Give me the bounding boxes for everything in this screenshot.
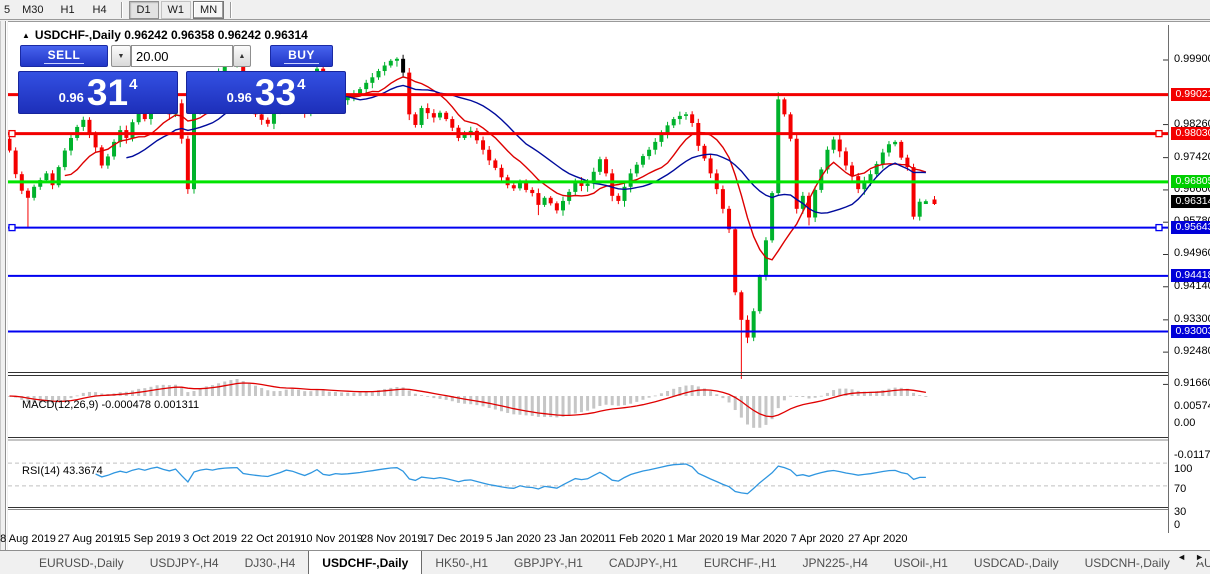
price-tick-label: 0.92480 xyxy=(1174,345,1210,357)
rsi-indicator-label: RSI(14) 43.3674 xyxy=(22,465,103,477)
macd-indicator-label: MACD(12,26,9) -0.000478 0.001311 xyxy=(22,399,199,411)
date-label: 22 Oct 2019 xyxy=(241,533,301,545)
price-tick-label: 0.91660 xyxy=(1174,377,1210,389)
volume-input[interactable] xyxy=(131,45,233,67)
chart-tab-jpn225-h4[interactable]: JPN225-,H4 xyxy=(790,551,881,574)
window-splitter[interactable] xyxy=(5,21,7,550)
price-badge-black: 0.96314 xyxy=(1171,195,1210,208)
chart-tab-hk50-h1[interactable]: HK50-,H1 xyxy=(422,551,501,574)
buy-price-prefix: 0.96 xyxy=(227,90,252,105)
spin-up-icon: ▲ xyxy=(239,53,246,60)
price-badge-red: 0.98030 xyxy=(1171,127,1210,140)
hline-handle[interactable] xyxy=(1156,131,1162,137)
date-label: 19 Mar 2020 xyxy=(726,533,788,545)
price-badge-green: 0.96805 xyxy=(1171,175,1210,188)
timeframe-button-M30[interactable]: M30 xyxy=(15,1,50,19)
buy-price-box[interactable]: 0.96 33 4 xyxy=(186,71,346,114)
price-badge-blue: 0.94418 xyxy=(1171,269,1210,282)
chart-tab-bar: EURUSD-,DailyUSDJPY-,H4DJ30-,H4USDCHF-,D… xyxy=(0,550,1210,574)
tab-scroll-arrows: ◄ ► xyxy=(1171,552,1204,562)
chart-symbol-period: USDCHF-,Daily xyxy=(35,28,121,42)
trade-panel-top-row: SELL ▼ ▲ BUY xyxy=(18,45,333,67)
window-frame-line xyxy=(0,21,1,550)
toolbar-separator xyxy=(230,2,232,18)
chart-tab-gbpjpy-h1[interactable]: GBPJPY-,H1 xyxy=(501,551,596,574)
sell-price-box[interactable]: 0.96 31 4 xyxy=(18,71,178,114)
chart-tab-usdchf-daily[interactable]: USDCHF-,Daily xyxy=(308,550,422,574)
spin-down-icon: ▼ xyxy=(118,53,125,60)
buy-button[interactable]: BUY xyxy=(270,45,333,67)
price-axis-border xyxy=(1168,25,1169,533)
hline-handle[interactable] xyxy=(9,131,15,137)
current-bar-marker xyxy=(933,196,937,205)
price-tick-label: 0.93300 xyxy=(1174,313,1210,325)
date-label: 27 Aug 2019 xyxy=(58,533,120,545)
price-tick-label: 0.97420 xyxy=(1174,151,1210,163)
date-label: 10 Nov 2019 xyxy=(300,533,362,545)
rsi-indicator xyxy=(8,463,1168,494)
chart-window: ▲ USDCHF-,Daily 0.96242 0.96358 0.96242 0… xyxy=(8,21,1210,550)
chart-tab-usoil-h1[interactable]: USOil-,H1 xyxy=(881,551,961,574)
price-badge-blue: 0.95643 xyxy=(1171,221,1210,234)
chart-tab-eurchf-h1[interactable]: EURCHF-,H1 xyxy=(691,551,790,574)
date-label: 11 Feb 2020 xyxy=(605,533,666,545)
buy-button-label: BUY xyxy=(284,48,319,64)
chart-tab-eurusd-daily[interactable]: EURUSD-,Daily xyxy=(26,551,137,574)
date-label: 7 Apr 2020 xyxy=(790,533,843,545)
timeframe-button-5[interactable]: 5 xyxy=(1,1,13,19)
date-label: 15 Sep 2019 xyxy=(118,533,180,545)
chart-tab-usdjpy-h4[interactable]: USDJPY-,H4 xyxy=(137,551,232,574)
timeframe-button-MN[interactable]: MN xyxy=(193,1,224,19)
one-click-trading-panel: SELL ▼ ▲ BUY 0.96 31 4 0.96 33 xyxy=(18,45,348,115)
price-badge-blue: 0.93003 xyxy=(1171,325,1210,338)
volume-increase-button[interactable]: ▲ xyxy=(233,45,251,67)
rsi-axis-label: 30 xyxy=(1174,506,1186,518)
tab-scroll-right-icon[interactable]: ► xyxy=(1195,552,1204,562)
date-label: 1 Mar 2020 xyxy=(668,533,724,545)
collapse-triangle-icon[interactable]: ▲ xyxy=(22,31,30,40)
tab-scroll-left-icon[interactable]: ◄ xyxy=(1177,552,1186,562)
volume-decrease-button[interactable]: ▼ xyxy=(111,45,131,67)
date-label: 3 Oct 2019 xyxy=(183,533,237,545)
buy-price-main: 33 xyxy=(255,75,296,111)
rsi-axis-label: 100 xyxy=(1174,463,1192,475)
date-label: 8 Aug 2019 xyxy=(0,533,56,545)
timeframe-toolbar: 5M30H1H4 D1W1MN xyxy=(0,0,1210,20)
price-tick-label: 0.99900 xyxy=(1174,53,1210,65)
chart-tab-dj30-h4[interactable]: DJ30-,H4 xyxy=(232,551,309,574)
timeframe-button-D1[interactable]: D1 xyxy=(129,1,159,19)
timeframe-button-W1[interactable]: W1 xyxy=(161,1,192,19)
date-label: 27 Apr 2020 xyxy=(848,533,907,545)
rsi-axis-label: 0 xyxy=(1174,519,1180,531)
macd-axis-label: -0.011738 xyxy=(1174,449,1210,461)
macd-axis-label: 0.00 xyxy=(1174,417,1195,429)
timeframe-button-H1[interactable]: H1 xyxy=(53,1,83,19)
hline-handle[interactable] xyxy=(9,225,15,231)
buy-price-pip: 4 xyxy=(297,76,305,93)
chart-tab-usdcnh-daily[interactable]: USDCNH-,Daily xyxy=(1072,551,1183,574)
sell-button-label: SELL xyxy=(44,48,85,64)
chart-title: ▲ USDCHF-,Daily 0.96242 0.96358 0.96242 0… xyxy=(22,28,308,42)
date-label: 17 Dec 2019 xyxy=(422,533,484,545)
macd-axis-label: 0.005744 xyxy=(1174,400,1210,412)
hline-handle[interactable] xyxy=(1156,225,1162,231)
sell-button[interactable]: SELL xyxy=(20,45,108,67)
price-tick-label: 0.94960 xyxy=(1174,247,1210,259)
chart-tab-usdcad-daily[interactable]: USDCAD-,Daily xyxy=(961,551,1072,574)
date-label: 5 Jan 2020 xyxy=(486,533,540,545)
price-badge-red: 0.99021 xyxy=(1171,88,1210,101)
date-label: 23 Jan 2020 xyxy=(544,533,605,545)
timeframe-button-H4[interactable]: H4 xyxy=(85,1,115,19)
sell-price-pip: 4 xyxy=(129,76,137,93)
toolbar-separator xyxy=(121,2,123,18)
date-label: 28 Nov 2019 xyxy=(361,533,423,545)
sell-price-main: 31 xyxy=(87,75,128,111)
chart-tab-cadjpy-h1[interactable]: CADJPY-,H1 xyxy=(596,551,691,574)
rsi-axis-label: 70 xyxy=(1174,483,1186,495)
sell-price-prefix: 0.96 xyxy=(59,90,84,105)
chart-ohlc-values: 0.96242 0.96358 0.96242 0.96314 xyxy=(124,28,308,42)
